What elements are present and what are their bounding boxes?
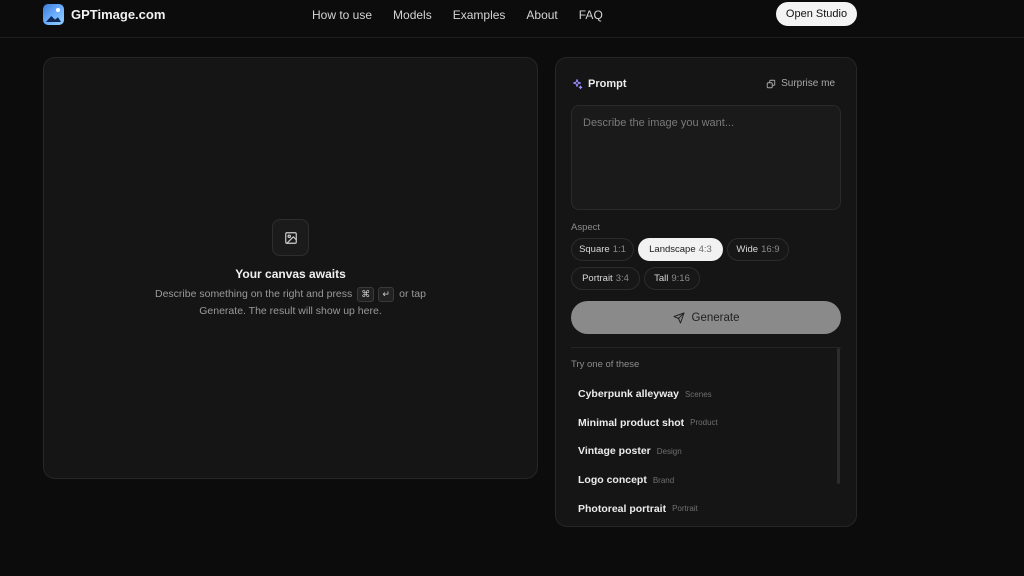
nav-how-to-use[interactable]: How to use <box>312 8 372 22</box>
aspect-ratio: 9:16 <box>671 273 690 284</box>
aspect-name: Square <box>579 244 610 255</box>
command-key-hint: ⌘ <box>357 286 375 302</box>
aspect-chip-landscape[interactable]: Landscape 4:3 <box>638 238 723 261</box>
suggestion-item[interactable]: Vintage poster Design <box>571 437 833 466</box>
suggestion-title: Vintage poster <box>578 445 651 458</box>
aspect-chip-wide[interactable]: Wide 16:9 <box>727 238 789 261</box>
prompt-panel: Prompt Surprise me Aspect Square 1:1 Lan… <box>555 57 857 527</box>
suggestion-tag: Brand <box>652 475 675 485</box>
logo-icon <box>43 4 64 25</box>
suggestion-tag: Portrait <box>672 504 698 514</box>
image-icon <box>272 219 309 256</box>
aspect-ratio: 4:3 <box>698 244 712 255</box>
suggestion-item[interactable]: Cyberpunk alleyway Scenes <box>571 380 833 409</box>
suggestion-item[interactable]: Photoreal portrait Portrait <box>571 494 833 523</box>
suggestion-tag: Design <box>656 446 682 456</box>
suggestion-title: Photoreal portrait <box>578 502 667 515</box>
suggestion-tag: Scenes <box>684 389 712 399</box>
suggestion-item[interactable]: Logo concept Brand <box>571 466 833 495</box>
suggestions-label: Try one of these <box>571 359 640 370</box>
surprise-me-button[interactable]: Surprise me <box>766 78 835 89</box>
canvas-panel: Your canvas awaits Describe something on… <box>43 57 538 479</box>
aspect-chip-tall[interactable]: Tall 9:16 <box>644 267 700 290</box>
canvas-desc-text-2: or tap <box>399 288 426 300</box>
canvas-desc-text: Describe something on the right and pres… <box>155 288 353 300</box>
sparkle-icon <box>573 79 583 90</box>
suggestion-tag: Product <box>690 418 718 428</box>
top-nav-bar: GPTimage.com How to use Models Examples … <box>0 0 1024 38</box>
send-icon <box>673 312 685 323</box>
suggestion-title: Minimal product shot <box>578 416 685 429</box>
nav-models[interactable]: Models <box>393 8 432 22</box>
main-nav: How to use Models Examples About FAQ <box>312 8 603 22</box>
generate-button[interactable]: Generate <box>571 301 841 334</box>
generate-label: Generate <box>691 311 740 324</box>
prompt-input[interactable] <box>571 105 841 210</box>
aspect-name: Tall <box>654 273 669 284</box>
canvas-title: Your canvas awaits <box>235 267 346 281</box>
suggestions-scrollbar[interactable] <box>837 348 840 484</box>
aspect-ratio: 1:1 <box>612 244 626 255</box>
aspect-name: Portrait <box>582 273 613 284</box>
enter-key-hint: ↵ <box>378 286 395 302</box>
shuffle-icon <box>766 79 776 88</box>
nav-about[interactable]: About <box>526 8 557 22</box>
divider <box>571 347 841 348</box>
aspect-chip-square[interactable]: Square 1:1 <box>571 238 634 261</box>
open-studio-button[interactable]: Open Studio <box>776 2 857 26</box>
suggestion-list: Cyberpunk alleyway Scenes Minimal produc… <box>571 380 833 523</box>
nav-examples[interactable]: Examples <box>453 8 506 22</box>
canvas-desc-line2: Generate. The result will show up here. <box>199 305 382 317</box>
aspect-label: Aspect <box>571 222 601 233</box>
prompt-label: Prompt <box>588 78 627 90</box>
aspect-name: Wide <box>736 244 759 255</box>
prompt-header: Prompt <box>571 78 627 90</box>
aspect-chip-portrait[interactable]: Portrait 3:4 <box>571 267 640 290</box>
canvas-description: Describe something on the right and pres… <box>44 286 537 320</box>
aspect-ratio: 16:9 <box>761 244 780 255</box>
surprise-me-label: Surprise me <box>781 78 835 89</box>
suggestion-item[interactable]: Minimal product shot Product <box>571 409 833 438</box>
brand-link[interactable]: GPTimage.com <box>43 4 165 25</box>
nav-faq[interactable]: FAQ <box>579 8 603 22</box>
brand-name: GPTimage.com <box>71 7 166 22</box>
suggestion-title: Cyberpunk alleyway <box>578 388 679 401</box>
aspect-ratio: 3:4 <box>615 273 629 284</box>
aspect-name: Landscape <box>649 244 696 255</box>
suggestion-title: Logo concept <box>578 474 647 487</box>
